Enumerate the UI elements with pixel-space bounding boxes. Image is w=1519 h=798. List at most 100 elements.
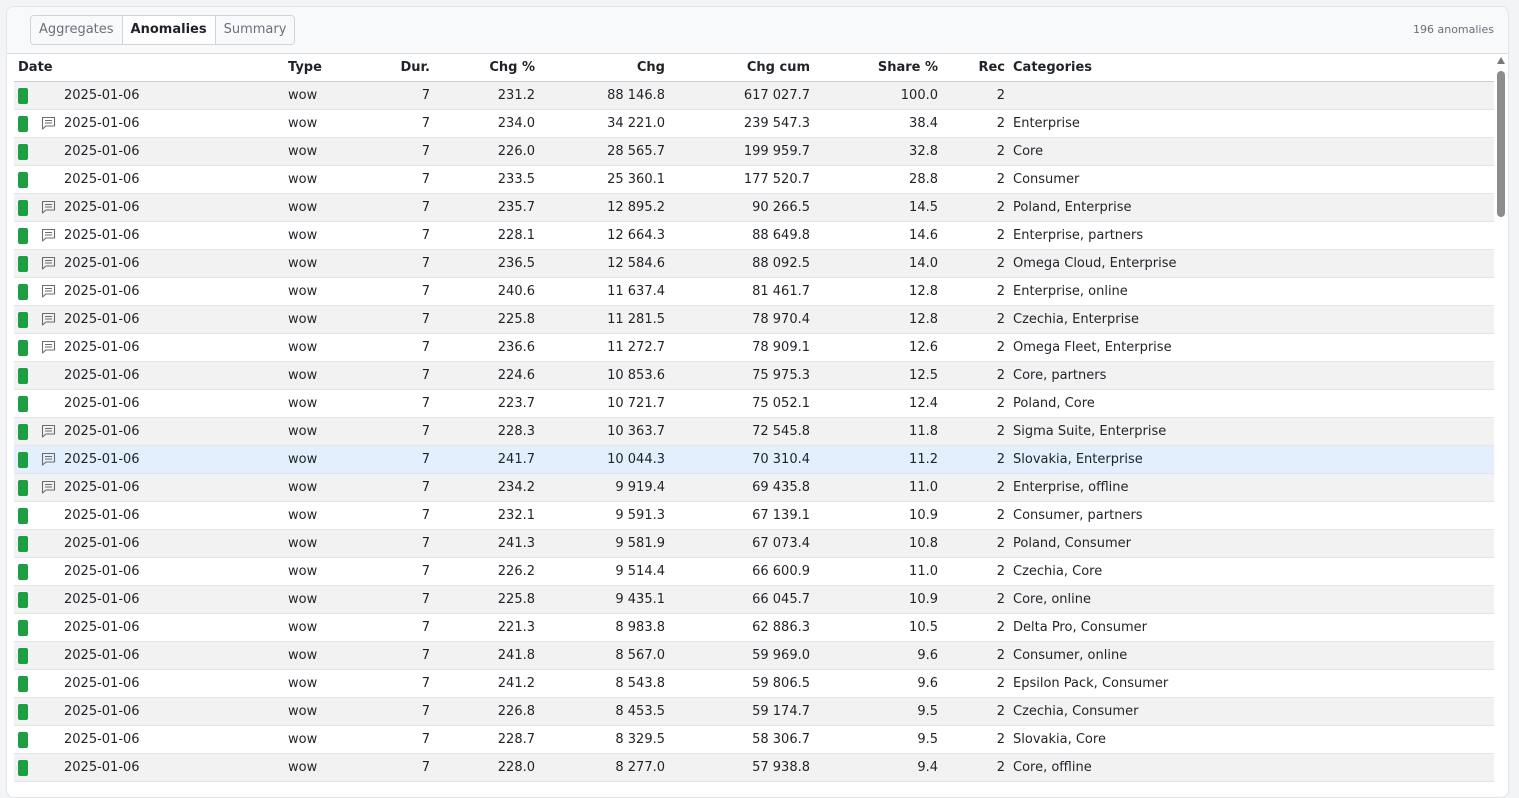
cell-chg-pct: 226.0 — [434, 137, 539, 166]
table-row[interactable]: 2025-01-06 wow 7 240.6 11 637.4 81 461.7 12.8 2… — [14, 277, 1494, 306]
table-row[interactable]: 2025-01-06 wow 7 225.8 11 281.5 78 970.4 12.8 2… — [14, 305, 1494, 334]
cell-chg-pct: 241.3 — [434, 529, 539, 558]
cell-chg-cum: 72 545.8 — [669, 417, 814, 446]
table-row[interactable]: 2025-01-06 wow 7 224.6 10 853.6 75 975.3 12.5 2… — [14, 361, 1494, 390]
date-value: 2025-01-06 — [64, 284, 140, 299]
anomaly-indicator-bar — [18, 312, 28, 328]
table-row[interactable]: 2025-01-06 wow 7 241.3 9 581.9 67 073.4 10.8 2 P… — [14, 529, 1494, 558]
anomaly-indicator-bar — [18, 732, 28, 748]
cell-categories — [1009, 81, 1494, 110]
tab-summary[interactable]: Summary — [215, 16, 295, 44]
cell-categories: Czechia, Core — [1009, 557, 1494, 586]
table-row[interactable]: 2025-01-06 wow 7 226.8 8 453.5 59 174.7 9.5 2 Cz… — [14, 697, 1494, 726]
cell-rec: 2 — [942, 193, 1009, 222]
cell-type: wow — [284, 249, 354, 278]
table-row[interactable]: 2025-01-06 wow 7 228.7 8 329.5 58 306.7 9.5 2 Sl… — [14, 725, 1494, 754]
cell-chg-cum: 59 806.5 — [669, 669, 814, 698]
table-row[interactable]: 2025-01-06 wow 7 236.6 11 272.7 78 909.1 12.6 2… — [14, 333, 1494, 362]
comment-icon[interactable] — [41, 312, 56, 326]
col-header-chg-pct[interactable]: Chg % — [434, 54, 539, 82]
comment-icon[interactable] — [41, 116, 56, 130]
table-row[interactable]: 2025-01-06 wow 7 228.0 8 277.0 57 938.8 9.4 2 Co… — [14, 753, 1494, 782]
cell-type: wow — [284, 697, 354, 726]
comment-icon[interactable] — [41, 480, 56, 494]
table-row[interactable]: 2025-01-06 wow 7 234.0 34 221.0 239 547.3 38.4… — [14, 109, 1494, 138]
cell-chg-cum: 88 092.5 — [669, 249, 814, 278]
cell-share-pct: 12.8 — [814, 277, 942, 306]
col-header-rec[interactable]: Rec — [942, 54, 1009, 82]
comment-icon[interactable] — [41, 228, 56, 242]
col-header-chg[interactable]: Chg — [539, 54, 669, 82]
table-row[interactable]: 2025-01-06 wow 7 241.7 10 044.3 70 310.4 11.2 2… — [14, 445, 1494, 474]
cell-type: wow — [284, 193, 354, 222]
cell-type: wow — [284, 557, 354, 586]
comment-icon[interactable] — [41, 200, 56, 214]
table-row[interactable]: 2025-01-06 wow 7 232.1 9 591.3 67 139.1 10.9 2 C… — [14, 501, 1494, 530]
date-value: 2025-01-06 — [64, 88, 140, 103]
cell-share-pct: 28.8 — [814, 165, 942, 194]
scrollbar-thumb[interactable] — [1497, 71, 1505, 217]
col-header-date[interactable]: Date — [14, 54, 284, 82]
col-header-type[interactable]: Type — [284, 54, 354, 82]
date-value: 2025-01-06 — [64, 480, 140, 495]
comment-icon[interactable] — [41, 340, 56, 354]
cell-type: wow — [284, 641, 354, 670]
table-row[interactable]: 2025-01-06 wow 7 241.2 8 543.8 59 806.5 9.6 2 Ep… — [14, 669, 1494, 698]
cell-share-pct: 11.0 — [814, 473, 942, 502]
col-header-chg-cum[interactable]: Chg cum — [669, 54, 814, 82]
table-row[interactable]: 2025-01-06 wow 7 223.7 10 721.7 75 052.1 12.4 2… — [14, 389, 1494, 418]
table-row[interactable]: 2025-01-06 wow 7 241.8 8 567.0 59 969.0 9.6 2 Co… — [14, 641, 1494, 670]
comment-icon[interactable] — [41, 452, 56, 466]
table-row[interactable]: 2025-01-06 wow 7 221.3 8 983.8 62 886.3 10.5 2 D… — [14, 613, 1494, 642]
cell-categories: Enterprise, partners — [1009, 221, 1494, 250]
vertical-scrollbar[interactable] — [1496, 57, 1506, 792]
table-row[interactable]: 2025-01-06 wow 7 226.2 9 514.4 66 600.9 11.0 2 C… — [14, 557, 1494, 586]
table-row[interactable]: 2025-01-06 wow 7 231.2 88 146.8 617 027.7 100.… — [14, 81, 1494, 110]
cell-date: 2025-01-06 — [14, 697, 284, 726]
cell-date: 2025-01-06 — [14, 249, 284, 278]
col-header-share-pct[interactable]: Share % — [814, 54, 942, 82]
col-header-duration[interactable]: Dur. — [354, 54, 434, 82]
cell-chg-cum: 177 520.7 — [669, 165, 814, 194]
tab-aggregates[interactable]: Aggregates — [31, 16, 123, 44]
cell-chg-pct: 233.5 — [434, 165, 539, 194]
date-value: 2025-01-06 — [64, 620, 140, 635]
cell-date: 2025-01-06 — [14, 277, 284, 306]
table-row[interactable]: 2025-01-06 wow 7 234.2 9 919.4 69 435.8 11.0 2 E… — [14, 473, 1494, 502]
table-body: 2025-01-06 wow 7 231.2 88 146.8 617 027.7 100.… — [14, 81, 1494, 782]
cell-share-pct: 9.6 — [814, 669, 942, 698]
tab-anomalies[interactable]: Anomalies — [122, 16, 216, 44]
table-header: Date Type Dur. Chg % Chg Chg cum Share %… — [14, 54, 1494, 82]
table-row[interactable]: 2025-01-06 wow 7 235.7 12 895.2 90 266.5 14.5 2… — [14, 193, 1494, 222]
cell-duration: 7 — [354, 529, 434, 558]
anomaly-indicator-bar — [18, 256, 28, 272]
cell-share-pct: 14.0 — [814, 249, 942, 278]
anomaly-indicator-bar — [18, 116, 28, 132]
comment-icon[interactable] — [41, 284, 56, 298]
table-row[interactable]: 2025-01-06 wow 7 233.5 25 360.1 177 520.7 28.8… — [14, 165, 1494, 194]
cell-chg-pct: 226.8 — [434, 697, 539, 726]
cell-share-pct: 12.6 — [814, 333, 942, 362]
col-header-categories[interactable]: Categories — [1009, 54, 1494, 82]
cell-chg-cum: 58 306.7 — [669, 725, 814, 754]
date-value: 2025-01-06 — [64, 648, 140, 663]
table-row[interactable]: 2025-01-06 wow 7 225.8 9 435.1 66 045.7 10.9 2 C… — [14, 585, 1494, 614]
comment-icon[interactable] — [41, 424, 56, 438]
anomaly-indicator-bar — [18, 620, 28, 636]
cell-chg-cum: 66 045.7 — [669, 585, 814, 614]
table-row[interactable]: 2025-01-06 wow 7 228.3 10 363.7 72 545.8 11.8 2… — [14, 417, 1494, 446]
scroll-up-arrow-icon[interactable] — [1497, 57, 1505, 64]
comment-icon[interactable] — [41, 256, 56, 270]
table-row[interactable]: 2025-01-06 wow 7 228.1 12 664.3 88 649.8 14.6 2… — [14, 221, 1494, 250]
date-value: 2025-01-06 — [64, 452, 140, 467]
cell-rec: 2 — [942, 697, 1009, 726]
table-row[interactable]: 2025-01-06 wow 7 236.5 12 584.6 88 092.5 14.0 2… — [14, 249, 1494, 278]
toolbar: Aggregates Anomalies Summary 196 anomali… — [7, 7, 1508, 54]
cell-categories: Delta Pro, Consumer — [1009, 613, 1494, 642]
cell-chg: 8 543.8 — [539, 669, 669, 698]
cell-chg: 25 360.1 — [539, 165, 669, 194]
anomaly-indicator-bar — [18, 648, 28, 664]
cell-chg-pct: 231.2 — [434, 81, 539, 110]
cell-duration: 7 — [354, 221, 434, 250]
table-row[interactable]: 2025-01-06 wow 7 226.0 28 565.7 199 959.7 32.8… — [14, 137, 1494, 166]
